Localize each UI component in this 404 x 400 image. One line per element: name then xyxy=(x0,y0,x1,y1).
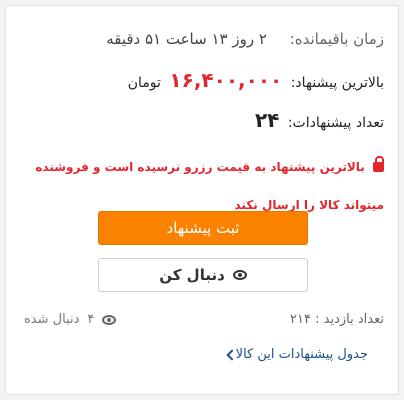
time-remaining-label: زمان باقیمانده: xyxy=(289,30,384,48)
bids-count: تعداد پیشنهادات: ۲۴ xyxy=(255,108,384,132)
eye-icon xyxy=(232,270,247,280)
reserve-warning-text: بالاترین پیشنهاد به قیمت رزرو نرسیده است… xyxy=(35,160,384,212)
visit-count-label: تعداد بازدید : xyxy=(315,312,384,327)
bids-table-link[interactable]: جدول پیشنهادات این کالا xyxy=(222,347,368,362)
follower-count-label: دنبال شده xyxy=(24,312,80,327)
highest-bid-amount: ۱۶,۴۰۰,۰۰۰ xyxy=(169,68,283,92)
bids-count-value: ۲۴ xyxy=(254,108,280,132)
visit-count-value: ۲۱۴ xyxy=(290,312,311,327)
visit-count: تعداد بازدید : ۲۱۴ xyxy=(290,312,384,327)
bids-count-label: تعداد پیشنهادات: xyxy=(287,115,384,131)
lock-icon xyxy=(373,156,384,172)
follower-count: ۴ دنبال شده xyxy=(24,312,120,327)
time-remaining-value: ۲ روز ۱۳ ساعت ۵۱ دقیقه xyxy=(106,30,267,48)
eye-icon xyxy=(102,314,117,325)
highest-bid-label: بالاترین پیشنهاد: xyxy=(290,75,384,91)
highest-bid: بالاترین پیشنهاد: ۱۶,۴۰۰,۰۰۰ تومان xyxy=(128,68,384,92)
bids-table-link-label: جدول پیشنهادات این کالا xyxy=(235,347,368,362)
currency-label: تومان xyxy=(127,75,161,91)
follow-button-label: دنبال کن xyxy=(159,266,225,284)
submit-bid-button[interactable]: ثبت پیشنهاد xyxy=(98,211,308,245)
auction-info-card: زمان باقیمانده: ۲ روز ۱۳ ساعت ۵۱ دقیقه ب… xyxy=(5,5,399,395)
follow-button[interactable]: دنبال کن xyxy=(98,258,308,292)
time-remaining: زمان باقیمانده: ۲ روز ۱۳ ساعت ۵۱ دقیقه xyxy=(106,30,384,48)
follower-count-value: ۴ xyxy=(87,312,95,327)
